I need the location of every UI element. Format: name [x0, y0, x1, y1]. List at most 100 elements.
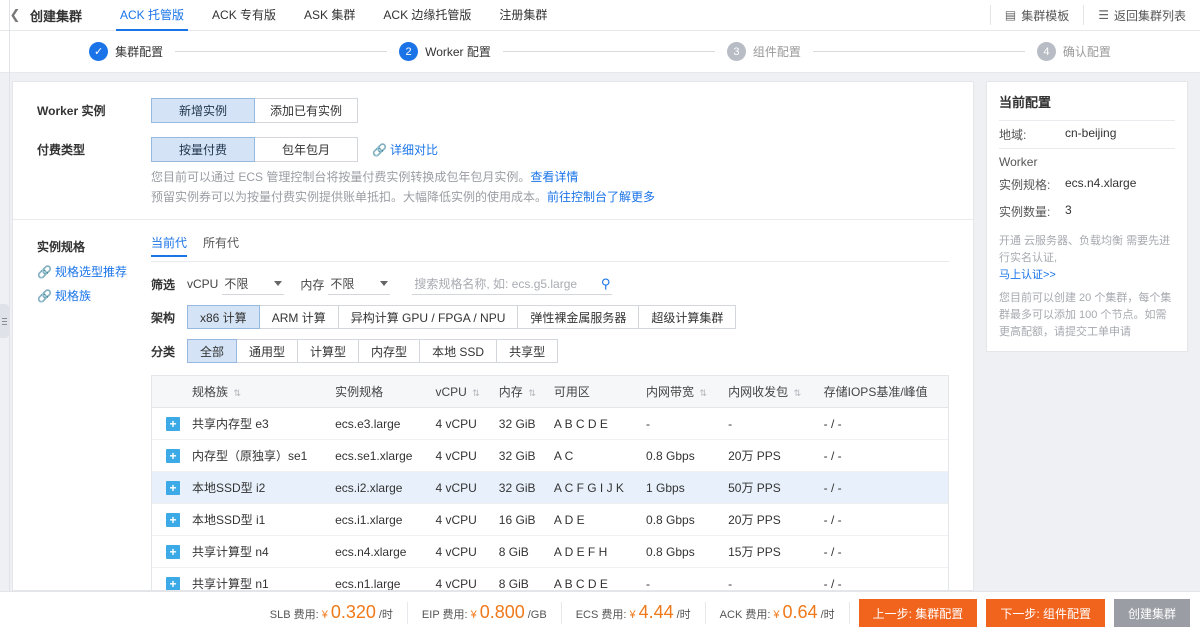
product-tab-3[interactable]: ACK 边缘托管版 — [369, 0, 485, 31]
plus-icon[interactable]: + — [166, 417, 180, 431]
architecture-chip-2[interactable]: 异构计算 GPU / FPGA / NPU — [338, 305, 519, 329]
plus-icon[interactable]: + — [166, 481, 180, 495]
cell-bw: - — [640, 408, 722, 440]
table-row[interactable]: +共享计算型 n4ecs.n4.xlarge4 vCPU8 GiBA D E F… — [152, 536, 948, 568]
step-2[interactable]: 2Worker 配置 — [399, 42, 491, 61]
spec-search-box[interactable]: ⚲ — [412, 274, 612, 295]
vcpu-filter-dropdown[interactable]: 不限 — [222, 273, 284, 295]
step-1[interactable]: ✓集群配置 — [89, 42, 163, 61]
category-chip-0[interactable]: 全部 — [187, 339, 237, 363]
table-header-0[interactable]: 规格族 ⇅ — [186, 376, 329, 408]
table-header-5[interactable]: 内网带宽 ⇅ — [640, 376, 722, 408]
drag-handle-icon[interactable] — [0, 304, 9, 338]
region-value: cn-beijing — [1065, 126, 1116, 143]
page-root: ❮ 创建集群 ACK 托管版ACK 专有版ASK 集群ACK 边缘托管版注册集群… — [0, 0, 1200, 634]
table-row[interactable]: +内存型（原独享）se1ecs.se1.xlarge4 vCPU32 GiBA … — [152, 440, 948, 472]
spec-table-head: 规格族 ⇅实例规格vCPU ⇅内存 ⇅可用区内网带宽 ⇅内网收发包 ⇅存储IOP… — [152, 376, 948, 408]
spec-side-link-0[interactable]: 🔗规格选型推荐 — [37, 263, 127, 280]
memory-filter[interactable]: 内存 不限 — [300, 273, 390, 295]
content-area: Worker 实例 新增实例添加已有实例 付费类型 按量付费包年包月 🔗 详细对… — [0, 73, 1200, 591]
cell-family: 本地SSD型 i2 — [186, 472, 329, 504]
cell-mem: 16 GiB — [493, 504, 548, 536]
search-icon[interactable]: ⚲ — [601, 276, 611, 292]
spec-side-link-label-0: 规格选型推荐 — [55, 263, 127, 280]
plus-icon[interactable]: + — [166, 449, 180, 463]
category-chip-2[interactable]: 计算型 — [297, 339, 359, 363]
cell-mem: 32 GiB — [493, 472, 548, 504]
memory-filter-dropdown[interactable]: 不限 — [328, 273, 390, 295]
category-chip-1[interactable]: 通用型 — [236, 339, 298, 363]
cell-pps: - — [722, 408, 818, 440]
row-add-cell: + — [152, 568, 186, 592]
step-label-2: Worker 配置 — [425, 43, 491, 60]
footer-button-0[interactable]: 上一步: 集群配置 — [859, 599, 978, 627]
category-chip-5[interactable]: 共享型 — [496, 339, 558, 363]
plus-icon[interactable]: + — [166, 545, 180, 559]
table-header-6[interactable]: 内网收发包 ⇅ — [722, 376, 818, 408]
instance-spec-label-col: 实例规格 🔗规格选型推荐🔗规格族 — [37, 234, 151, 591]
architecture-chip-1[interactable]: ARM 计算 — [259, 305, 339, 329]
cell-vcpu: 4 vCPU — [429, 536, 492, 568]
cell-pps: 15万 PPS — [722, 536, 818, 568]
cell-zones: A B C D E — [548, 408, 640, 440]
header-action-1[interactable]: ☰返回集群列表 — [1083, 5, 1200, 25]
generation-subtab-0[interactable]: 当前代 — [151, 234, 187, 256]
cell-pps: 20万 PPS — [722, 440, 818, 472]
sort-icon[interactable]: ⇅ — [791, 388, 801, 398]
step-4[interactable]: 4确认配置 — [1037, 42, 1111, 61]
product-tab-2[interactable]: ASK 集群 — [290, 0, 369, 31]
price-value-0: 0.320 — [331, 602, 376, 623]
billing-option-1[interactable]: 包年包月 — [254, 137, 358, 162]
category-chip-3[interactable]: 内存型 — [358, 339, 420, 363]
architecture-chip-3[interactable]: 弹性裸金属服务器 — [517, 305, 639, 329]
category-chip-4[interactable]: 本地 SSD — [419, 339, 497, 363]
price-currency-0: ¥ — [322, 609, 328, 621]
table-header-7: 存储IOPS基准/峰值 — [818, 376, 948, 408]
sort-icon[interactable]: ⇅ — [231, 388, 241, 398]
link-icon: 🔗 — [37, 265, 52, 279]
plus-icon[interactable]: + — [166, 513, 180, 527]
sort-icon[interactable]: ⇅ — [697, 388, 707, 398]
table-header-2[interactable]: vCPU ⇅ — [429, 376, 492, 408]
view-detail-link[interactable]: 查看详情 — [530, 170, 578, 184]
chevron-left-icon[interactable]: ❮ — [0, 7, 30, 23]
cell-zones: A C — [548, 440, 640, 472]
sort-icon[interactable]: ⇅ — [470, 388, 480, 398]
table-row[interactable]: +共享计算型 n1ecs.n1.large4 vCPU8 GiBA B C D … — [152, 568, 948, 592]
price-unit-0: /时 — [379, 606, 393, 622]
spec-side-link-1[interactable]: 🔗规格族 — [37, 287, 91, 304]
table-header-3[interactable]: 内存 ⇅ — [493, 376, 548, 408]
vcpu-filter[interactable]: vCPU 不限 — [187, 273, 284, 295]
detail-compare-link[interactable]: 🔗 详细对比 — [372, 141, 438, 158]
product-tab-0[interactable]: ACK 托管版 — [106, 0, 198, 31]
row-add-cell: + — [152, 440, 186, 472]
price-label-3: ACK 费用: — [720, 606, 771, 622]
billing-option-0[interactable]: 按量付费 — [151, 137, 255, 162]
footer-button-1[interactable]: 下一步: 组件配置 — [986, 599, 1105, 627]
architecture-chip-4[interactable]: 超级计算集群 — [638, 305, 736, 329]
footer-button-2[interactable]: 创建集群 — [1114, 599, 1190, 627]
verify-now-link[interactable]: 马上认证>> — [999, 269, 1056, 281]
category-label: 分类 — [151, 343, 179, 360]
product-tab-4[interactable]: 注册集群 — [485, 0, 561, 31]
cell-vcpu: 4 vCPU — [429, 504, 492, 536]
product-tab-1[interactable]: ACK 专有版 — [198, 0, 290, 31]
table-row[interactable]: +本地SSD型 i2ecs.i2.xlarge4 vCPU32 GiBA C F… — [152, 472, 948, 504]
memory-filter-label: 内存 — [300, 276, 324, 293]
worker-instance-option-0[interactable]: 新增实例 — [151, 98, 255, 123]
sort-icon[interactable]: ⇅ — [526, 388, 536, 398]
cell-mem: 8 GiB — [493, 568, 548, 592]
worker-instance-options: 新增实例添加已有实例 — [151, 98, 973, 123]
step-3[interactable]: 3组件配置 — [727, 42, 801, 61]
spec-search-input[interactable] — [414, 277, 600, 291]
architecture-chip-0[interactable]: x86 计算 — [187, 305, 260, 329]
table-row[interactable]: +本地SSD型 i1ecs.i1.xlarge4 vCPU16 GiBA D E… — [152, 504, 948, 536]
plus-icon[interactable]: + — [166, 577, 180, 591]
cell-zones: A C F G I J K — [548, 472, 640, 504]
generation-subtab-1[interactable]: 所有代 — [203, 234, 239, 256]
header-action-0[interactable]: ▤集群模板 — [990, 5, 1083, 25]
console-learn-more-link[interactable]: 前往控制台了解更多 — [547, 190, 655, 204]
price-item-0: SLB 费用:¥0.320/时 — [256, 602, 408, 624]
worker-instance-option-1[interactable]: 添加已有实例 — [254, 98, 358, 123]
table-row[interactable]: +共享内存型 e3ecs.e3.large4 vCPU32 GiBA B C D… — [152, 408, 948, 440]
